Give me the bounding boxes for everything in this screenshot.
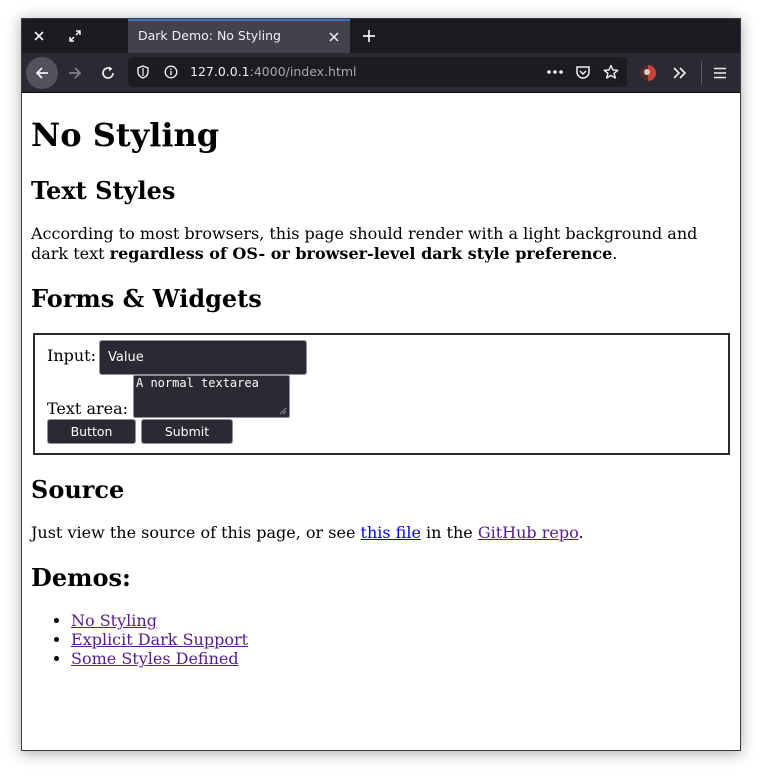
maximize-icon[interactable] [58, 19, 92, 53]
tab-strip: Dark Demo: No Styling [22, 19, 740, 53]
forward-arrow-icon [69, 67, 82, 79]
back-button[interactable] [26, 57, 58, 89]
source-text-end: . [578, 523, 584, 542]
this-file-link[interactable]: this file [361, 523, 421, 542]
page-title: No Styling [31, 116, 220, 154]
extension-avatar-icon[interactable] [636, 61, 660, 85]
hamburger-menu-icon[interactable] [708, 61, 732, 85]
tab-title: Dark Demo: No Styling [138, 28, 281, 43]
demo-link-explicit-dark-support[interactable]: Explicit Dark Support [71, 630, 248, 649]
demos-list: No Styling Explicit Dark Support Some St… [31, 611, 248, 668]
form-fieldset: Input: Value Text area: A normal textare… [33, 333, 730, 455]
list-item: No Styling [71, 611, 248, 630]
list-item: Some Styles Defined [71, 649, 248, 668]
textarea-text: A normal textarea [136, 376, 259, 390]
source-heading: Source [31, 475, 125, 504]
resize-handle-icon[interactable] [277, 405, 287, 415]
forms-heading: Forms & Widgets [31, 284, 262, 313]
intro-bold-text: regardless of OS- or browser-level dark … [109, 244, 613, 263]
submit-button[interactable]: Submit [141, 419, 233, 444]
toolbar-separator [701, 61, 702, 85]
github-repo-link[interactable]: GitHub repo [478, 523, 579, 542]
back-arrow-icon [35, 67, 48, 79]
source-paragraph: Just view the source of this page, or se… [31, 523, 711, 543]
url-host: 127.0.0.1 [190, 64, 250, 79]
textarea-label: Text area: [47, 399, 129, 418]
button[interactable]: Button [47, 419, 136, 444]
source-text-before: Just view the source of this page, or se… [31, 523, 361, 542]
value-input[interactable]: Value [99, 340, 307, 375]
more-actions-icon[interactable] [546, 63, 564, 81]
close-window-icon[interactable] [22, 19, 56, 53]
shield-icon[interactable] [134, 63, 152, 81]
overflow-chevrons-icon[interactable] [668, 61, 692, 85]
input-label: Input: [47, 346, 96, 365]
intro-end: . [612, 244, 618, 263]
page-content: No Styling Text Styles According to most… [22, 94, 740, 750]
tab-active[interactable]: Dark Demo: No Styling [128, 19, 350, 53]
url-path: :4000/index.html [249, 64, 357, 79]
normal-textarea[interactable]: A normal textarea [133, 375, 290, 418]
info-icon[interactable] [162, 63, 180, 81]
url-bar[interactable]: 127.0.0.1:4000/index.html [128, 57, 627, 87]
demo-link-no-styling[interactable]: No Styling [71, 611, 157, 630]
new-tab-icon[interactable] [354, 19, 384, 53]
pocket-icon[interactable] [574, 63, 592, 81]
intro-paragraph: According to most browsers, this page sh… [31, 224, 711, 264]
demos-heading: Demos: [31, 563, 131, 592]
reload-button[interactable] [92, 57, 124, 89]
list-item: Explicit Dark Support [71, 630, 248, 649]
url-text[interactable]: 127.0.0.1:4000/index.html [190, 64, 357, 79]
nav-toolbar: 127.0.0.1:4000/index.html [22, 53, 740, 93]
bookmark-star-icon[interactable] [602, 63, 620, 81]
tab-close-icon[interactable] [324, 27, 344, 47]
source-text-middle: in the [420, 523, 478, 542]
forward-button[interactable] [59, 57, 91, 89]
reload-icon [102, 66, 114, 79]
demo-link-some-styles-defined[interactable]: Some Styles Defined [71, 649, 239, 668]
text-styles-heading: Text Styles [31, 176, 176, 205]
browser-window: Dark Demo: No Styling 127.0.0.1:4000/ind… [21, 18, 741, 751]
